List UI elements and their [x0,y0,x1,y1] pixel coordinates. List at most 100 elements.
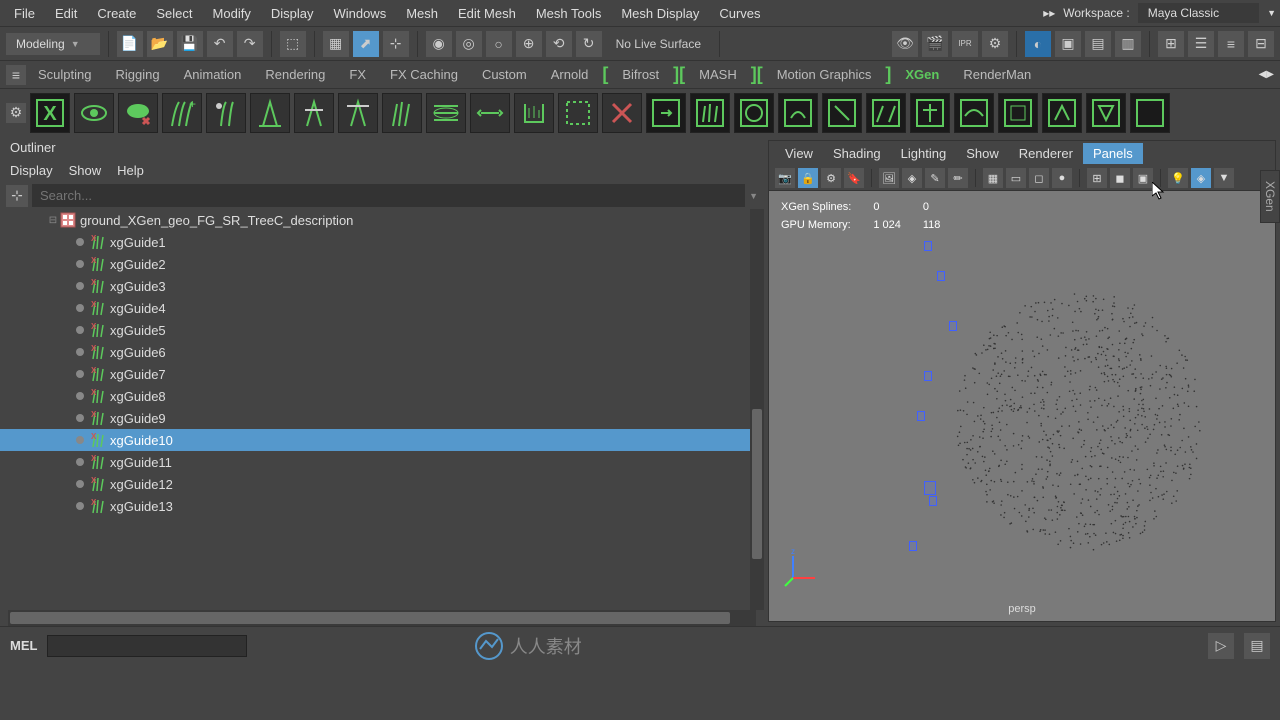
tree-item[interactable]: X xgGuide4 [0,297,764,319]
menu-windows[interactable]: Windows [323,2,396,25]
script-editor-icon[interactable]: ▤ [1244,633,1270,659]
tree-item[interactable]: X xgGuide6 [0,341,764,363]
snap-4-icon[interactable]: ⊕ [516,31,542,57]
xgen-tool-6-icon[interactable] [470,93,510,133]
vp-brush-icon[interactable]: ✎ [925,168,945,188]
viewport-3d[interactable]: XGen Splines:00 GPU Memory:1 024118 z pe… [769,191,1275,621]
visibility-dot-icon[interactable] [76,436,84,444]
mel-input[interactable] [47,635,247,657]
tree-item[interactable]: X xgGuide13 [0,495,764,517]
shelf-mash[interactable]: MASH [687,63,749,86]
visibility-dot-icon[interactable] [76,414,84,422]
xgen-tool-9-icon[interactable] [602,93,642,133]
xgen-groom-6-icon[interactable] [910,93,950,133]
vp-shaded-icon[interactable]: ◼ [1110,168,1130,188]
xgen-tool-1-icon[interactable] [250,93,290,133]
snap-1-icon[interactable]: ◉ [426,31,452,57]
shelf-bifrost[interactable]: Bifrost [610,63,671,86]
outliner-menu-display[interactable]: Display [10,163,53,178]
workspace-dropdown-icon[interactable]: ▼ [1267,8,1276,18]
vp-grease-icon[interactable]: ✏ [948,168,968,188]
vp-menu-panels[interactable]: Panels [1083,143,1143,164]
tree-item[interactable]: X xgGuide8 [0,385,764,407]
vp-imageplane-icon[interactable]: 🖼 [879,168,899,188]
xgen-tool-2-icon[interactable] [294,93,334,133]
tree-item[interactable]: X xgGuide7 [0,363,764,385]
vp-menu-show[interactable]: Show [956,143,1009,164]
visibility-dot-icon[interactable] [76,502,84,510]
visibility-dot-icon[interactable] [76,304,84,312]
undo-icon[interactable]: ↶ [207,31,233,57]
xgen-export-icon[interactable] [646,93,686,133]
xgen-groom-3-icon[interactable] [778,93,818,133]
xgen-groom-11-icon[interactable] [1130,93,1170,133]
visibility-dot-icon[interactable] [76,392,84,400]
outliner-h-scrollbar[interactable] [8,610,756,626]
layout-2-icon[interactable]: ☰ [1188,31,1214,57]
layout-4-icon[interactable]: ⊟ [1248,31,1274,57]
xgen-guide-add-icon[interactable]: + [162,93,202,133]
vp-xray-icon[interactable]: ▼ [1214,168,1234,188]
xgen-tool-3-icon[interactable] [338,93,378,133]
xgen-side-tab[interactable]: XGen [1260,170,1280,223]
xgen-guide-sculpt-icon[interactable] [206,93,246,133]
xgen-groom-8-icon[interactable] [998,93,1038,133]
tree-item[interactable]: X xgGuide2 [0,253,764,275]
xgen-tool-8-icon[interactable] [558,93,598,133]
tree-item[interactable]: X xgGuide9 [0,407,764,429]
render-view-icon[interactable]: 🎬 [922,31,948,57]
shelf-rendering[interactable]: Rendering [253,63,337,86]
outliner-menu-show[interactable]: Show [69,163,102,178]
xgen-groom-1-icon[interactable] [690,93,730,133]
snap-point-icon[interactable]: ⊹ [383,31,409,57]
visibility-dot-icon[interactable] [76,238,84,246]
shelf-animation[interactable]: Animation [172,63,254,86]
panel-4-icon[interactable]: ▥ [1115,31,1141,57]
menu-mesh[interactable]: Mesh [396,2,448,25]
xgen-groom-4-icon[interactable] [822,93,862,133]
open-scene-icon[interactable]: 📂 [147,31,173,57]
tree-item[interactable]: X xgGuide11 [0,451,764,473]
shelf-scroll-icon[interactable]: ◀▶ [1259,69,1274,80]
xgen-preview-icon[interactable] [74,93,114,133]
visibility-dot-icon[interactable] [76,348,84,356]
vp-isolate-icon[interactable]: ◈ [1191,168,1211,188]
vp-gatemask-icon[interactable]: ● [1052,168,1072,188]
xgen-tool-7-icon[interactable] [514,93,554,133]
panel-2-icon[interactable]: ▣ [1055,31,1081,57]
menu-file[interactable]: File [4,2,45,25]
shelf-editor-icon[interactable]: ≡ [6,65,26,85]
vp-grid-icon[interactable]: ▦ [983,168,1003,188]
vp-bookmark-icon[interactable]: 🔖 [844,168,864,188]
menu-display[interactable]: Display [261,2,324,25]
shelf-rigging[interactable]: Rigging [103,63,171,86]
tree-item[interactable]: X xgGuide5 [0,319,764,341]
xgen-tool-4-icon[interactable] [382,93,422,133]
snap-grid-icon[interactable]: ▦ [323,31,349,57]
shelf-fxcaching[interactable]: FX Caching [378,63,470,86]
shelf-xgen[interactable]: XGen [893,63,951,86]
workspace-selector[interactable]: Maya Classic [1138,3,1259,23]
outliner-search-input[interactable] [32,184,745,207]
vp-settings-icon[interactable]: ⚙ [821,168,841,188]
render-icon[interactable]: 👁 [892,31,918,57]
outliner-tree[interactable]: ⊟ ground_XGen_geo_FG_SR_TreeC_descriptio… [0,209,764,610]
search-dropdown-icon[interactable]: ▼ [749,191,758,201]
expander-icon[interactable]: ⊟ [46,215,60,226]
shelf-renderman[interactable]: RenderMan [951,63,1043,86]
snap-2-icon[interactable]: ◎ [456,31,482,57]
panel-1-icon[interactable]: ◐ [1025,31,1051,57]
menu-select[interactable]: Select [146,2,202,25]
vp-lock-icon[interactable]: 🔒 [798,168,818,188]
vp-2d-icon[interactable]: ◈ [902,168,922,188]
shelf-options-icon[interactable]: ⚙ [6,103,26,123]
render-settings-icon[interactable]: ⚙ [982,31,1008,57]
vp-wireframe-icon[interactable]: ⊞ [1087,168,1107,188]
xgen-groom-9-icon[interactable] [1042,93,1082,133]
xgen-groom-10-icon[interactable] [1086,93,1126,133]
outliner-filter-icon[interactable]: ⊹ [6,185,28,207]
vp-menu-renderer[interactable]: Renderer [1009,143,1083,164]
layout-3-icon[interactable]: ≡ [1218,31,1244,57]
tree-parent-node[interactable]: ⊟ ground_XGen_geo_FG_SR_TreeC_descriptio… [0,209,764,231]
visibility-dot-icon[interactable] [76,326,84,334]
